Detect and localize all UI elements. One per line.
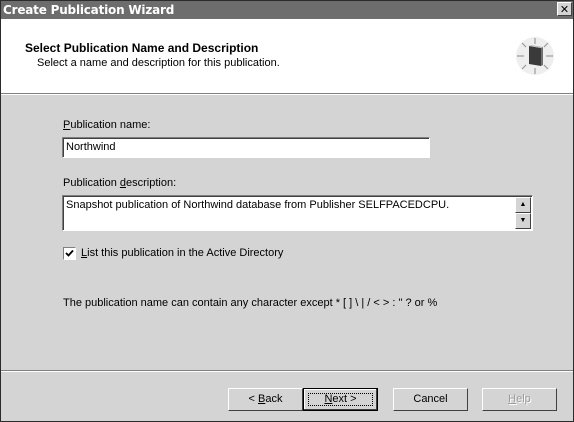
back-button[interactable]: < Back [228,388,303,411]
input-value: Northwind [66,141,116,153]
active-directory-checkbox[interactable] [63,247,76,260]
title-bar[interactable]: Create Publication Wizard ✕ [1,1,573,19]
label-text: ublication name: [70,119,151,131]
next-button[interactable]: Next > [303,388,378,411]
window-title: Create Publication Wizard [3,3,175,17]
help-button[interactable]: Help [482,388,557,411]
label-text: Publication [63,177,120,189]
active-directory-label[interactable]: List this publication in the Active Dire… [81,247,283,259]
wizard-window: Create Publication Wizard ✕ Select Publi… [0,0,574,422]
checkmark-icon [65,249,74,257]
cancel-button[interactable]: Cancel [393,388,468,411]
button-text: elp [516,393,531,405]
publication-name-label: Publication name: [63,119,150,131]
input-value: Snapshot publication of Northwind databa… [66,199,450,211]
label-text: escription: [126,177,177,189]
publication-description-input[interactable]: Snapshot publication of Northwind databa… [62,195,533,231]
wizard-book-icon [516,37,554,75]
scroll-down-arrow-icon[interactable]: ▼ [515,213,531,229]
header-divider-highlight [1,94,573,95]
publication-name-input[interactable]: Northwind [62,137,430,158]
description-scrollbar[interactable]: ▲ ▼ [515,197,531,229]
publication-name-note: The publication name can contain any cha… [63,297,438,309]
wizard-header: Select Publication Name and Description … [1,19,573,93]
publication-description-label: Publication description: [63,177,176,189]
accel-key: H [508,393,517,405]
scroll-up-arrow-icon[interactable]: ▲ [515,197,531,213]
page-title: Select Publication Name and Description [25,41,259,55]
button-text: < [248,393,258,405]
focus-rect [308,393,373,406]
close-button[interactable]: ✕ [557,2,572,16]
label-text: ist this publication in the Active Direc… [87,247,284,259]
page-subtitle: Select a name and description for this p… [37,57,280,69]
footer-divider-highlight [1,371,573,372]
button-text: ack [265,393,283,405]
